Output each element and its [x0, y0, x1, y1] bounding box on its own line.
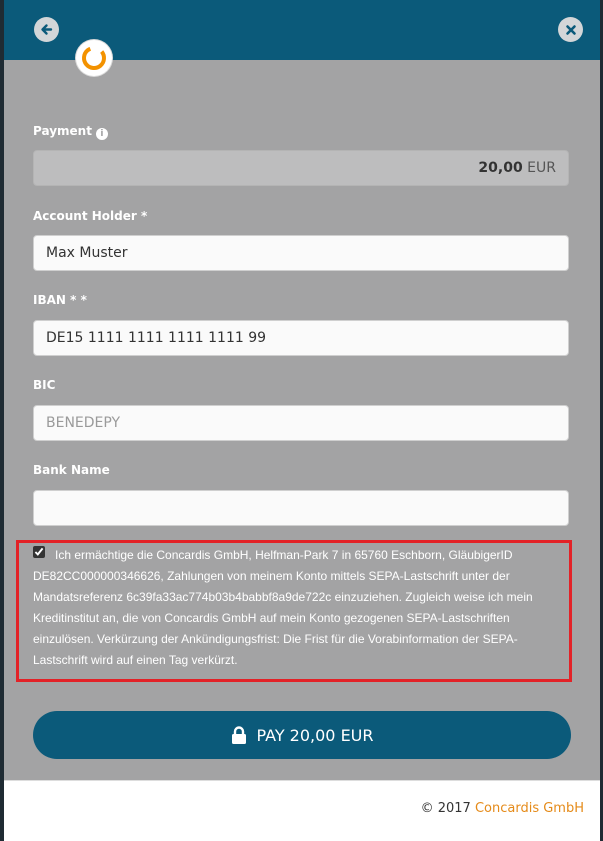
close-button[interactable] [558, 17, 583, 42]
pay-button[interactable]: PAY 20,00 EUR [33, 711, 571, 759]
payment-modal: Paymenti 20,00 EUR Account Holder * IBAN… [4, 0, 600, 841]
copyright-text: © 2017 [420, 801, 471, 816]
payment-currency: EUR [527, 160, 556, 176]
iban-input[interactable] [33, 320, 569, 356]
payment-amount-field: 20,00 EUR [33, 150, 569, 186]
account-holder-label: Account Holder * [33, 209, 148, 223]
payment-amount: 20,00 [478, 160, 523, 176]
payment-label-text: Payment [33, 124, 92, 138]
info-icon[interactable]: i [95, 128, 108, 140]
footer-text: © 2017 Concardis GmbH [421, 801, 584, 816]
pay-button-label: PAY 20,00 EUR [256, 725, 374, 745]
bic-label: BIC [33, 378, 56, 392]
back-button[interactable] [34, 17, 59, 42]
concardis-logo [76, 40, 112, 76]
payment-label: Payment i [33, 124, 108, 140]
iban-label: IBAN * * [33, 293, 87, 307]
account-holder-input[interactable] [33, 235, 569, 271]
bank-name-input[interactable] [33, 490, 569, 526]
lock-icon [230, 725, 248, 745]
brand-link[interactable]: Concardis GmbH [475, 801, 584, 816]
footer: © 2017 Concardis GmbH [4, 780, 600, 841]
bic-input[interactable] [33, 405, 569, 441]
sepa-mandate-box: Ich ermächtige die Concardis GmbH, Helfm… [16, 540, 572, 682]
sepa-mandate-text: Ich ermächtige die Concardis GmbH, Helfm… [33, 548, 533, 667]
arrow-left-icon [41, 24, 53, 35]
bank-name-label: Bank Name [33, 463, 110, 477]
close-icon [565, 24, 576, 35]
